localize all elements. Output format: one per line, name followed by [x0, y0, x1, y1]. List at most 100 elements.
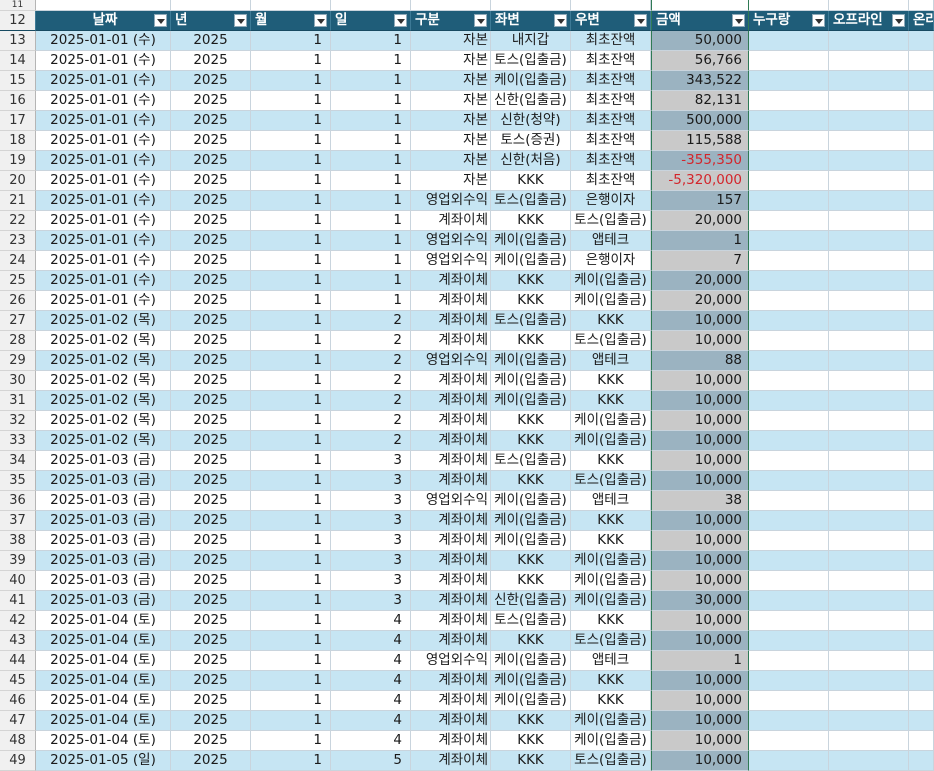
cell-offline[interactable] — [829, 731, 909, 751]
cell-offline[interactable] — [829, 71, 909, 91]
cell-with[interactable] — [749, 451, 829, 471]
row-number[interactable]: 23 — [0, 231, 36, 251]
cell-type[interactable]: 계좌이체 — [411, 571, 491, 591]
cell-with[interactable] — [749, 631, 829, 651]
cell-month[interactable]: 1 — [251, 251, 331, 271]
cell-right[interactable]: 최초잔액 — [571, 91, 651, 111]
cell-online[interactable] — [909, 31, 934, 51]
row-number[interactable]: 19 — [0, 151, 36, 171]
row-number[interactable]: 35 — [0, 471, 36, 491]
cell-date[interactable]: 2025-01-02 (목) — [36, 391, 171, 411]
cell-amount[interactable]: 10,000 — [651, 631, 749, 651]
cell-left[interactable]: KKK — [491, 331, 571, 351]
cell-year[interactable]: 2025 — [171, 331, 251, 351]
row-number[interactable]: 18 — [0, 131, 36, 151]
cell-left[interactable]: 케이(입출금) — [491, 351, 571, 371]
cell-day[interactable]: 3 — [331, 571, 411, 591]
cell-month[interactable]: 1 — [251, 211, 331, 231]
cell-right[interactable]: 케이(입출금) — [571, 591, 651, 611]
cell-online[interactable] — [909, 591, 934, 611]
cell-offline[interactable] — [829, 551, 909, 571]
cell-offline[interactable] — [829, 751, 909, 771]
cell-online[interactable] — [909, 311, 934, 331]
cell-with[interactable] — [749, 91, 829, 111]
cell-amount[interactable]: 10,000 — [651, 431, 749, 451]
cell-with[interactable] — [749, 31, 829, 51]
cell-year[interactable]: 2025 — [171, 291, 251, 311]
cell-date[interactable]: 2025-01-04 (토) — [36, 691, 171, 711]
cell-type[interactable]: 계좌이체 — [411, 671, 491, 691]
cell-offline[interactable] — [829, 231, 909, 251]
cell-month[interactable]: 1 — [251, 191, 331, 211]
cell[interactable] — [829, 0, 909, 11]
cell-right[interactable]: 앱테크 — [571, 651, 651, 671]
cell-type[interactable]: 영업외수익 — [411, 251, 491, 271]
cell-year[interactable]: 2025 — [171, 551, 251, 571]
cell-date[interactable]: 2025-01-04 (토) — [36, 711, 171, 731]
cell-date[interactable]: 2025-01-01 (수) — [36, 271, 171, 291]
cell-month[interactable]: 1 — [251, 231, 331, 251]
cell-online[interactable] — [909, 711, 934, 731]
cell-type[interactable]: 자본 — [411, 171, 491, 191]
cell-month[interactable]: 1 — [251, 751, 331, 771]
row-number[interactable]: 39 — [0, 551, 36, 571]
cell-left[interactable]: 케이(입출금) — [491, 371, 571, 391]
row-number[interactable]: 14 — [0, 51, 36, 71]
cell-offline[interactable] — [829, 131, 909, 151]
cell-amount[interactable]: 343,522 — [651, 71, 749, 91]
row-number[interactable]: 24 — [0, 251, 36, 271]
cell-date[interactable]: 2025-01-01 (수) — [36, 91, 171, 111]
cell-year[interactable]: 2025 — [171, 751, 251, 771]
cell-online[interactable] — [909, 731, 934, 751]
cell-date[interactable]: 2025-01-01 (수) — [36, 111, 171, 131]
cell-day[interactable]: 2 — [331, 391, 411, 411]
cell-day[interactable]: 3 — [331, 511, 411, 531]
row-number[interactable]: 16 — [0, 91, 36, 111]
cell-year[interactable]: 2025 — [171, 431, 251, 451]
cell-offline[interactable] — [829, 271, 909, 291]
cell-month[interactable]: 1 — [251, 171, 331, 191]
cell-day[interactable]: 4 — [331, 731, 411, 751]
dropdown-filter-icon[interactable] — [394, 14, 407, 27]
cell[interactable] — [411, 0, 491, 11]
cell-right[interactable]: 케이(입출금) — [571, 271, 651, 291]
cell-month[interactable]: 1 — [251, 631, 331, 651]
cell-online[interactable] — [909, 291, 934, 311]
cell-right[interactable]: 토스(입출금) — [571, 211, 651, 231]
cell-left[interactable]: 케이(입출금) — [491, 231, 571, 251]
cell-left[interactable]: 토스(입출금) — [491, 51, 571, 71]
cell-year[interactable]: 2025 — [171, 91, 251, 111]
cell-day[interactable]: 3 — [331, 471, 411, 491]
cell-type[interactable]: 계좌이체 — [411, 551, 491, 571]
cell-left[interactable]: 신한(입출금) — [491, 91, 571, 111]
cell-date[interactable]: 2025-01-03 (금) — [36, 451, 171, 471]
cell-month[interactable]: 1 — [251, 371, 331, 391]
cell-type[interactable]: 계좌이체 — [411, 471, 491, 491]
cell-online[interactable] — [909, 431, 934, 451]
cell-month[interactable]: 1 — [251, 591, 331, 611]
cell-year[interactable]: 2025 — [171, 571, 251, 591]
cell-year[interactable]: 2025 — [171, 171, 251, 191]
cell[interactable] — [749, 0, 829, 11]
cell-with[interactable] — [749, 131, 829, 151]
cell-amount[interactable]: 10,000 — [651, 371, 749, 391]
cell-type[interactable]: 계좌이체 — [411, 331, 491, 351]
cell-date[interactable]: 2025-01-01 (수) — [36, 31, 171, 51]
cell-right[interactable]: 케이(입출금) — [571, 551, 651, 571]
cell[interactable] — [571, 0, 651, 11]
cell-amount[interactable]: 20,000 — [651, 271, 749, 291]
cell-with[interactable] — [749, 571, 829, 591]
cell-year[interactable]: 2025 — [171, 531, 251, 551]
cell-date[interactable]: 2025-01-01 (수) — [36, 171, 171, 191]
cell-month[interactable]: 1 — [251, 311, 331, 331]
cell[interactable] — [491, 0, 571, 11]
cell-with[interactable] — [749, 331, 829, 351]
cell-left[interactable]: KKK — [491, 471, 571, 491]
row-number[interactable]: 25 — [0, 271, 36, 291]
cell-month[interactable]: 1 — [251, 551, 331, 571]
cell-with[interactable] — [749, 231, 829, 251]
cell-right[interactable]: 토스(입출금) — [571, 471, 651, 491]
row-number[interactable]: 33 — [0, 431, 36, 451]
cell-amount[interactable]: 10,000 — [651, 671, 749, 691]
cell-with[interactable] — [749, 431, 829, 451]
